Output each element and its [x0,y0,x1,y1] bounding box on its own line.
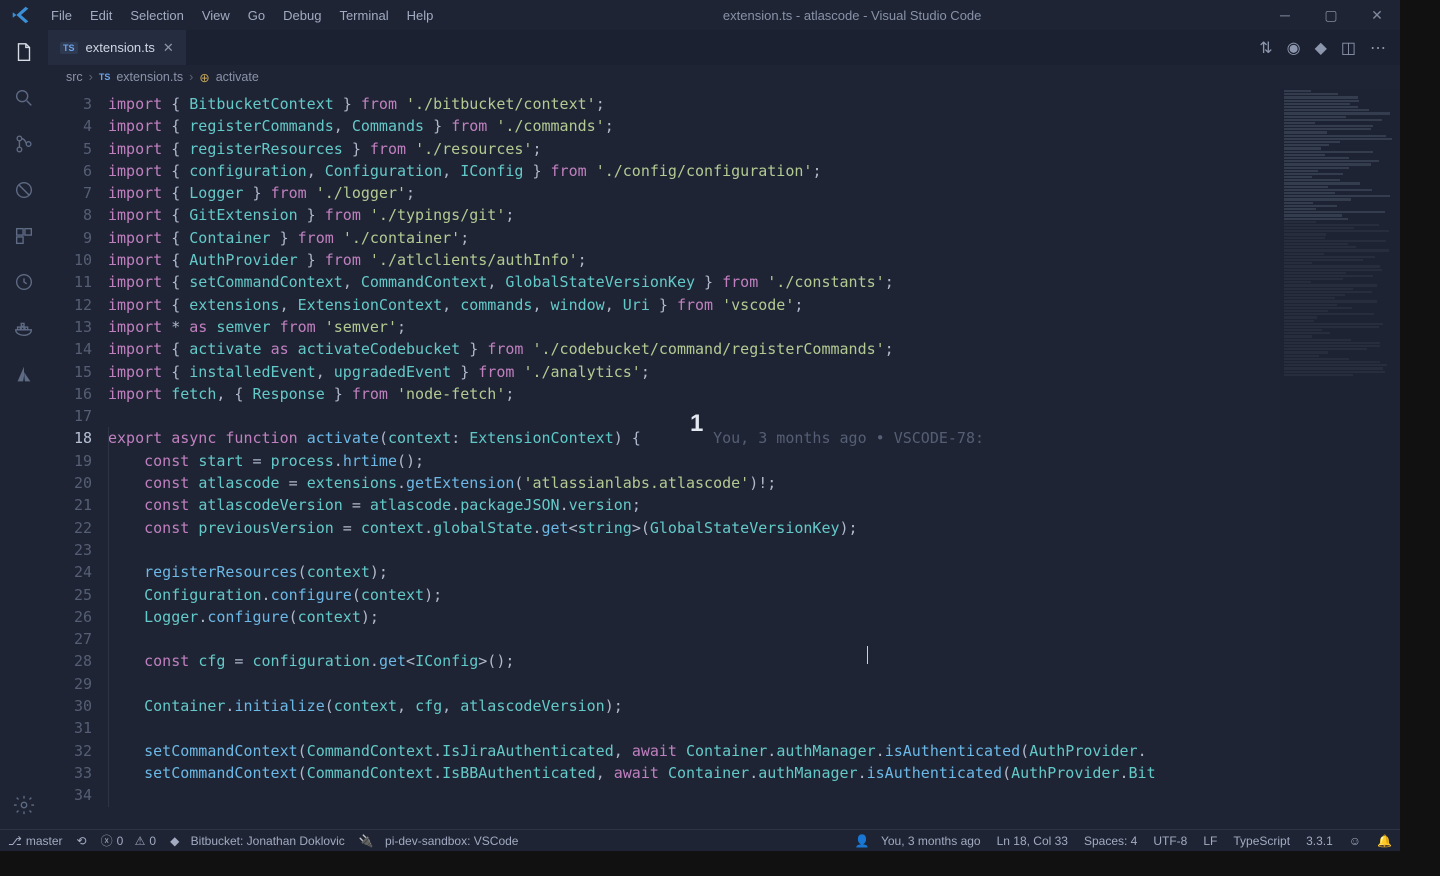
code-editor[interactable]: 3456789101112131415161718192021222324252… [48,89,1400,829]
feedback-icon[interactable]: ☺ [1349,834,1361,848]
diff-icon[interactable]: ◆ [1315,38,1327,58]
window-controls: ─ ▢ ✕ [1262,7,1400,24]
breadcrumb[interactable]: src › TS extension.ts › ⊕ activate [48,65,1400,89]
chevron-right-icon: › [89,70,93,84]
plug-icon: 🔌 [359,834,374,848]
status-sync[interactable]: ⟲ [77,834,87,848]
status-cursor-pos[interactable]: Ln 18, Col 33 [997,834,1068,848]
branch-icon: ⎇ [8,834,22,848]
atlassian-icon[interactable] [10,360,38,388]
tab-bar: TS extension.ts ✕ ⇅ ◉ ◆ ◫ ⋯ [48,30,1400,65]
debug-icon[interactable] [10,176,38,204]
line-number-gutter: 3456789101112131415161718192021222324252… [48,89,108,829]
typescript-badge-icon: TS [99,72,111,82]
status-bitbucket[interactable]: ◆ Bitbucket: Jonathan Doklovic [170,834,345,848]
menu-help[interactable]: Help [398,2,443,29]
menu-file[interactable]: File [42,2,81,29]
explorer-icon[interactable] [10,38,38,66]
menu-view[interactable]: View [193,2,239,29]
editor-area: TS extension.ts ✕ ⇅ ◉ ◆ ◫ ⋯ src › TS ext… [48,30,1400,829]
minimize-button[interactable]: ─ [1262,7,1308,24]
preview-icon[interactable]: ◉ [1287,38,1301,58]
titlebar: File Edit Selection View Go Debug Termin… [0,0,1400,30]
close-button[interactable]: ✕ [1354,7,1400,24]
warning-icon: ⚠ [135,834,146,848]
vscode-window: File Edit Selection View Go Debug Termin… [0,0,1400,851]
maximize-button[interactable]: ▢ [1308,7,1354,24]
more-actions-icon[interactable]: ⋯ [1370,38,1386,58]
docker-icon[interactable] [10,314,38,342]
status-version[interactable]: 3.3.1 [1306,834,1333,848]
status-problems[interactable]: ⓧ0 ⚠0 [101,832,157,849]
search-icon[interactable] [10,84,38,112]
menu-bar: File Edit Selection View Go Debug Termin… [42,2,442,29]
error-icon: ⓧ [101,832,113,849]
tab-extension-ts[interactable]: TS extension.ts ✕ [48,30,186,65]
editor-actions: ⇅ ◉ ◆ ◫ ⋯ [1259,38,1400,58]
code-content[interactable]: import { BitbucketContext } from './bitb… [108,89,1400,829]
split-editor-icon[interactable]: ◫ [1341,38,1356,58]
text-cursor [867,646,868,664]
menu-edit[interactable]: Edit [81,2,121,29]
menu-terminal[interactable]: Terminal [330,2,397,29]
status-sandbox[interactable]: 🔌 pi-dev-sandbox: VSCode [359,834,519,848]
chevron-right-icon: › [189,70,193,84]
status-eol[interactable]: LF [1203,834,1217,848]
window-title: extension.ts - atlascode - Visual Studio… [442,8,1262,23]
status-branch[interactable]: ⎇master [8,834,63,848]
typescript-badge-icon: TS [60,42,78,54]
status-indent[interactable]: Spaces: 4 [1084,834,1137,848]
clock-icon[interactable] [10,268,38,296]
vscode-logo-icon [0,4,42,26]
extensions-icon[interactable] [10,222,38,250]
bitbucket-icon: ◆ [170,834,179,848]
breadcrumb-folder[interactable]: src [66,70,83,84]
status-encoding[interactable]: UTF-8 [1153,834,1187,848]
activity-bar [0,30,48,829]
minimap[interactable] [1280,89,1400,829]
status-bar: ⎇master ⟲ ⓧ0 ⚠0 ◆ Bitbucket: Jonathan Do… [0,829,1400,851]
tab-close-icon[interactable]: ✕ [163,40,174,56]
source-control-icon[interactable] [10,130,38,158]
settings-gear-icon[interactable] [10,791,38,819]
symbol-function-icon: ⊕ [199,70,209,85]
menu-selection[interactable]: Selection [121,2,192,29]
menu-go[interactable]: Go [239,2,274,29]
tab-label: extension.ts [86,40,155,55]
breadcrumb-file[interactable]: extension.ts [116,70,183,84]
menu-debug[interactable]: Debug [274,2,330,29]
breadcrumb-symbol[interactable]: activate [216,70,259,84]
status-language[interactable]: TypeScript [1233,834,1290,848]
compare-icon[interactable]: ⇅ [1259,38,1272,58]
person-icon: 👤 [855,834,870,848]
notifications-icon[interactable]: 🔔 [1377,834,1392,848]
status-blame[interactable]: 👤 You, 3 months ago [855,834,981,848]
